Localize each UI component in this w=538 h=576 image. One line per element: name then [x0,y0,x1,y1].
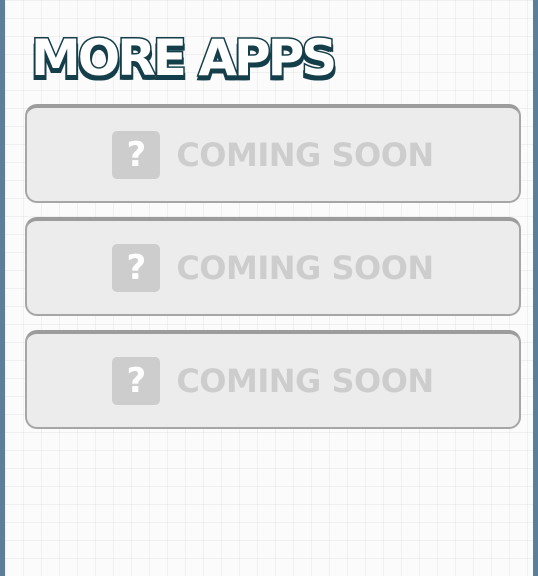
app-slot-content: ? COMING SOON [27,334,519,427]
app-slot-3[interactable]: ? COMING SOON [25,330,521,429]
app-slot-label: COMING SOON [176,135,434,174]
page-title: MORE APPS [29,29,338,88]
app-slot-content: ? COMING SOON [27,221,519,314]
app-slot-label: COMING SOON [176,361,434,400]
question-mark-icon: ? [112,130,161,179]
app-slot-content: ? COMING SOON [27,108,519,201]
app-slot-label: COMING SOON [176,248,434,287]
app-slot-2[interactable]: ? COMING SOON [25,217,521,316]
app-slot-1[interactable]: ? COMING SOON [25,104,521,203]
question-mark-icon: ? [112,243,161,292]
more-apps-panel: MORE APPS ? COMING SOON ? COMING SOON ? … [5,0,533,576]
question-mark-icon: ? [112,356,161,405]
